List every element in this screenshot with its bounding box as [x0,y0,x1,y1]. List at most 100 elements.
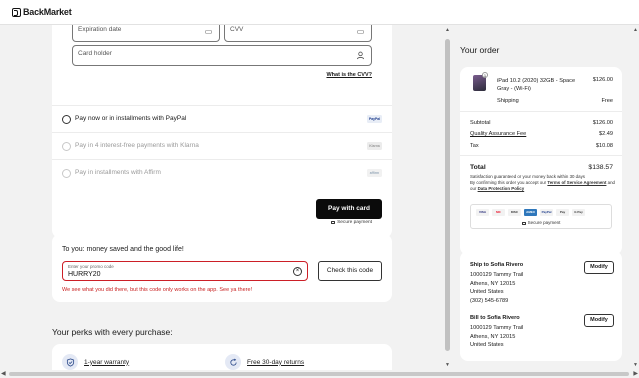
perks-title: Your perks with every purchase: [52,327,173,337]
expiration-date-placeholder: Expiration date [78,26,122,33]
calendar-icon: ▭ [204,27,213,36]
apple-pay-icon: Pay [556,209,569,216]
ship-phone: (302) 545-6789 [470,297,509,304]
discover-icon: DISC [508,209,521,216]
subtotal-value: $126.00 [592,120,613,126]
modify-shipping-button[interactable]: Modify [584,261,614,274]
modify-billing-button[interactable]: Modify [584,314,614,327]
promo-code-label: Enter your promo code [68,264,114,269]
logo-icon [12,7,21,17]
total-row: Total $138.57 [470,164,613,171]
paypal-radio[interactable] [62,115,71,124]
klarna-logo-icon: Klarna [367,142,382,150]
return-icon [225,354,241,370]
shipping-label: Shipping [497,98,519,104]
cvv-field[interactable]: CVV ▭ [224,25,372,42]
divider [460,111,622,112]
payment-option-paypal[interactable]: Pay now or in installments with PayPal P… [52,105,392,132]
guarantee-text: Satisfaction guaranteed or your money ba… [470,174,585,179]
perk-warranty[interactable]: 1-year warranty [62,354,129,370]
expiration-date-field[interactable]: Expiration date ▭ [72,25,220,42]
amex-icon: AMEX [524,209,537,216]
subtotal-label: Subtotal [470,120,491,126]
google-pay-icon: G Pay [572,209,585,216]
perk-returns-label[interactable]: Free 30-day returns [247,359,304,366]
scroll-left-icon[interactable]: ◀ [1,370,6,377]
ship-address-line: United States [470,289,504,295]
lock-icon [521,221,526,225]
qa-fee-value: $2.49 [599,131,613,137]
product-price: $126.00 [592,77,613,83]
bill-address-line: Athens, NY 12015 [470,333,516,340]
scroll-up-icon[interactable]: ▲ [445,27,450,33]
card-icon: ▭ [356,27,365,36]
total-value: $138.57 [588,164,613,171]
total-label: Total [470,164,486,171]
shipping-value: Free [601,98,613,104]
scroll-right-icon[interactable]: ▶ [633,370,638,377]
scroll-up-icon[interactable]: ▲ [633,27,638,33]
logo-text: BackMarket [23,7,72,17]
promo-code-value[interactable]: HURRY20 [68,271,101,278]
backmarket-logo[interactable]: BackMarket [12,7,72,17]
tax-row: Tax $10.08 [470,143,613,149]
qa-fee-row: Quality Assurance Fee $2.49 [470,131,613,137]
bill-to-title: Bill to Sofia Rivero [470,315,520,321]
check-code-button[interactable]: Check this code [318,261,382,281]
right-scrollbar[interactable]: ▲ ▼ [632,25,639,370]
paypal-logo-icon: PayPal [367,115,382,123]
horizontal-scrollbar-thumb[interactable] [9,372,629,376]
scroll-down-icon[interactable]: ▼ [445,362,450,368]
payment-option-affirm: Pay in installments with Affirm affirm [52,159,392,186]
ship-to-title: Ship to Sofia Rivero [470,262,524,268]
bill-address-line: 1000129 Tammy Trail [470,325,524,331]
clear-icon[interactable]: × [293,267,302,276]
order-summary-card: 1 iPad 10.2 (2020) 32GB - Space Gray - (… [460,67,622,255]
lock-icon [331,220,336,224]
product-name: iPad 10.2 (2020) 32GB - Space Gray - (Wi… [497,78,576,92]
promo-code-input[interactable]: Enter your promo code HURRY20 × [62,261,308,281]
cvv-placeholder: CVV [230,26,244,33]
promo-error-message: We see what you did there, but this code… [62,287,253,293]
mastercard-icon: MC [492,209,505,216]
secure-payment-note: Secure payment [471,220,611,225]
promo-card: To you: money saved and the good life! E… [52,234,392,302]
ship-address-line: 1000129 Tammy Trail [470,272,524,278]
secure-payment-label: Secure payment [337,220,372,225]
secure-payment-note: Secure payment [331,220,372,225]
person-icon [356,51,365,60]
affirm-logo-icon: affirm [367,169,382,177]
affirm-option-label: Pay in installments with Affirm [75,169,161,176]
tax-value: $10.08 [595,143,613,149]
privacy-link[interactable]: Data Protection Policy [478,186,525,191]
pay-with-card-button[interactable]: Pay with card [316,199,382,219]
what-is-cvv-link[interactable]: What is the CVV? [326,72,372,78]
card-holder-field[interactable]: Card holder [72,45,372,66]
right-column: Your order 1 iPad 10.2 (2020) 32GB - Spa… [452,25,632,370]
scroll-down-icon[interactable]: ▼ [633,362,638,368]
affirm-radio [62,169,71,178]
promo-title: To you: money saved and the good life! [62,246,184,253]
payment-methods-row: VISA MC DISC AMEX PayPal Pay G Pay [476,209,585,216]
quantity-badge: 1 [482,72,488,78]
legal-fine-print: Satisfaction guaranteed or your money ba… [470,174,615,193]
scrollbar-thumb[interactable] [445,39,450,351]
top-header: BackMarket [0,0,639,25]
terms-link[interactable]: Terms of Service Agreement [547,180,606,185]
shield-icon [62,354,78,370]
visa-icon: VISA [476,209,489,216]
checkout-page: BackMarket Expiration date ▭ CVV ▭ Card … [0,0,639,378]
left-scrollbar[interactable]: ▲ ▼ [444,25,452,370]
address-card: Ship to Sofia Rivero 1000129 Tammy Trail… [460,251,622,361]
klarna-radio [62,142,71,151]
perk-returns[interactable]: Free 30-day returns [225,354,304,370]
secure-payment-label: Secure payment [527,220,561,225]
perk-warranty-label[interactable]: 1-year warranty [84,359,129,366]
horizontal-scrollbar[interactable]: ◀ ▶ [0,370,639,378]
payment-card: Expiration date ▭ CVV ▭ Card holder What… [52,25,392,238]
klarna-option-label: Pay in 4 interest-free payments with Kla… [75,142,199,149]
paypal-icon: PayPal [540,209,553,216]
qa-fee-link[interactable]: Quality Assurance Fee [470,131,526,137]
your-order-title: Your order [460,45,500,55]
payment-methods-box: VISA MC DISC AMEX PayPal Pay G Pay Secur… [470,204,612,229]
